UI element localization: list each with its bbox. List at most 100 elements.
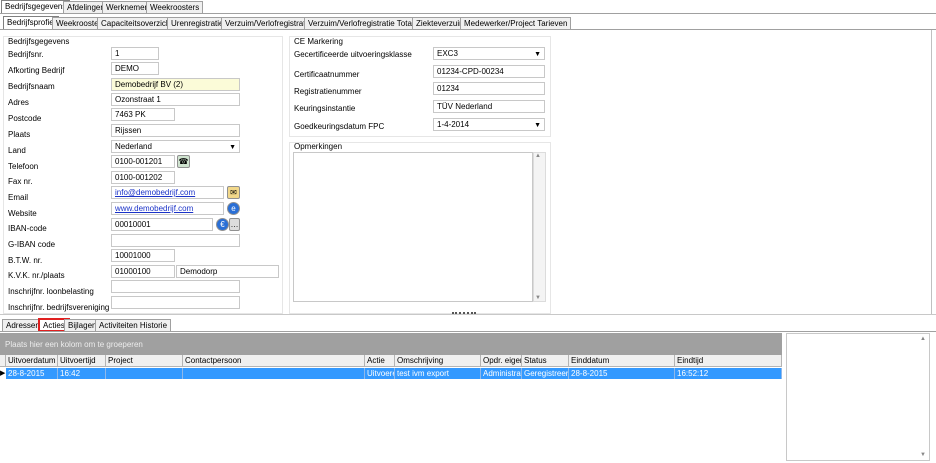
col-omschrijving[interactable]: Omschrijving (395, 355, 481, 367)
cell-eindtijd[interactable]: 16:52:12 (675, 368, 782, 379)
kvk-field[interactable]: 01000100 (111, 265, 175, 278)
btw-field[interactable]: 10001000 (111, 249, 175, 262)
col-uitvoerdatum[interactable]: Uitvoerdatum (6, 355, 58, 367)
email-label: Email (8, 193, 29, 202)
cell-actie[interactable]: Uitvoeren (365, 368, 395, 379)
divider (931, 30, 932, 315)
land-value: Nederland (115, 142, 152, 151)
tab-weekroosters[interactable]: Weekroosters (146, 1, 204, 13)
adres-label: Adres (8, 98, 29, 107)
chevron-down-icon[interactable]: ▼ (534, 49, 541, 59)
main-tab-bar: Bedrijfsgegevens Afdelingen Werknemers W… (0, 0, 936, 14)
giban-label: G-IBAN code (8, 240, 56, 249)
col-contactpersoon[interactable]: Contactpersoon (183, 355, 365, 367)
chevron-down-icon[interactable]: ▼ (534, 120, 541, 130)
chevron-down-icon[interactable]: ▼ (535, 295, 541, 301)
telefoon-label: Telefoon (8, 162, 39, 171)
cell-uitvoertijd[interactable]: 16:42 (58, 368, 106, 379)
afkorting-field[interactable]: DEMO (111, 62, 159, 75)
mail-icon[interactable]: ✉ (227, 186, 240, 199)
group-by-panel[interactable]: Plaats hier een kolom om te groeperen (0, 333, 782, 355)
tab-bedrijfsgegevens[interactable]: Bedrijfsgegevens (1, 0, 71, 14)
bedrijfsvereniging-field[interactable] (111, 296, 240, 309)
cell-project[interactable] (106, 368, 183, 379)
giban-field[interactable] (111, 234, 240, 247)
tab-verzuim-verlofregistratie[interactable]: Verzuim/Verlofregistratie (221, 17, 316, 29)
adres-field[interactable]: Ozonstraat 1 (111, 93, 240, 106)
klasse-label: Gecertificeerde uitvoeringsklasse (294, 50, 412, 59)
postcode-label: Postcode (8, 114, 42, 123)
kvk-label: K.V.K. nr./plaats (8, 271, 65, 280)
land-label: Land (8, 146, 26, 155)
opmerkingen-scrollbar[interactable]: ▲ ▼ (533, 152, 546, 302)
loonbelasting-label: Inschrijfnr. loonbelasting (8, 287, 94, 296)
col-uitvoertijd[interactable]: Uitvoertijd (58, 355, 106, 367)
website-field[interactable]: www.demobedrijf.com (111, 202, 224, 215)
col-actie[interactable]: Actie (365, 355, 395, 367)
tab-activiteiten-historie[interactable]: Activiteiten Historie (95, 319, 172, 331)
cell-omschrijving[interactable]: test ivm export (395, 368, 481, 379)
certificaat-label: Certificaatnummer (294, 70, 360, 79)
chevron-down-icon[interactable]: ▼ (229, 142, 236, 152)
fax-label: Fax nr. (8, 177, 33, 186)
plaats-label: Plaats (8, 130, 31, 139)
divider (0, 13, 936, 14)
company-group-title: Bedrijfsgegevens (8, 37, 70, 46)
iban-label: IBAN-code (8, 224, 47, 233)
divider (0, 29, 936, 30)
ce-group-title: CE Markering (294, 37, 343, 46)
splitter-grip[interactable] (452, 312, 476, 317)
postcode-field[interactable]: 7463 PK (111, 108, 175, 121)
bedrijfsnaam-label: Bedrijfsnaam (8, 82, 55, 91)
loonbelasting-field[interactable] (111, 280, 240, 293)
col-eindtijd[interactable]: Eindtijd (675, 355, 782, 367)
telefoon-field[interactable]: 0100-001201 (111, 155, 175, 168)
tab-medewerker-project-tarieven[interactable]: Medewerker/Project Tarieven (460, 17, 572, 29)
plaats-field[interactable]: Rijssen (111, 124, 240, 137)
registratie-field[interactable]: 01234 (433, 82, 545, 95)
klasse-select[interactable]: EXC3 ▼ (433, 47, 545, 60)
klasse-value: EXC3 (437, 49, 458, 58)
email-field[interactable]: info@demobedrijf.com (111, 186, 224, 199)
keuring-field[interactable]: TÜV Nederland (433, 100, 545, 113)
col-einddatum[interactable]: Einddatum (569, 355, 675, 367)
land-select[interactable]: Nederland ▼ (111, 140, 240, 153)
tab-verzuim-verlofregistratie-totalen[interactable]: Verzuim/Verlofregistratie Totalen (304, 17, 427, 29)
datum-select[interactable]: 1-4-2014 ▼ (433, 118, 545, 131)
col-opdrachtgever[interactable]: Opdr. eiger (481, 355, 522, 367)
cell-einddatum[interactable]: 28-8-2015 (569, 368, 675, 379)
cell-opdrachtgever[interactable]: Administrat (481, 368, 522, 379)
opmerkingen-label: Opmerkingen (294, 142, 343, 151)
tab-bedrijfsprofiel[interactable]: Bedrijfsprofiel (3, 16, 60, 30)
chevron-down-icon[interactable]: ▼ (920, 452, 926, 458)
iban-field[interactable]: 00010001 (111, 218, 213, 231)
chevron-up-icon[interactable]: ▲ (535, 153, 541, 159)
ellipsis-button[interactable]: … (229, 218, 240, 231)
datum-label: Goedkeuringsdatum FPC (294, 122, 385, 131)
chevron-up-icon[interactable]: ▲ (920, 336, 926, 342)
bedrijfsnr-field[interactable]: 1 (111, 47, 159, 60)
website-label: Website (8, 209, 37, 218)
cell-status[interactable]: Geregistreerd (522, 368, 569, 379)
bedrijfsnr-label: Bedrijfsnr. (8, 50, 44, 59)
col-project[interactable]: Project (106, 355, 183, 367)
tab-capaciteitsoverzicht[interactable]: Capaciteitsoverzicht (97, 17, 177, 29)
keuring-label: Keuringsinstantie (294, 104, 356, 113)
phone-icon[interactable]: ☎ (177, 155, 190, 168)
euro-icon[interactable]: € (216, 218, 229, 231)
fax-field[interactable]: 0100-001202 (111, 171, 175, 184)
kvk-plaats-field[interactable]: Demodorp (176, 265, 279, 278)
bedrijfsvereniging-label: Inschrijfnr. bedrijfsvereniging (8, 303, 110, 312)
detail-panel[interactable] (786, 333, 930, 461)
cell-contactpersoon[interactable] (183, 368, 365, 379)
browser-icon[interactable]: e (227, 202, 240, 215)
divider (0, 331, 936, 332)
col-status[interactable]: Status (522, 355, 569, 367)
registratie-label: Registratienummer (294, 87, 362, 96)
bedrijfsnaam-field[interactable]: Demobedrijf BV (2) (111, 78, 240, 91)
tab-urenregistratie[interactable]: Urenregistratie (167, 17, 228, 29)
opmerkingen-textarea[interactable] (293, 152, 533, 302)
afkorting-label: Afkorting Bedrijf (8, 66, 65, 75)
certificaat-field[interactable]: 01234-CPD-00234 (433, 65, 545, 78)
cell-uitvoerdatum[interactable]: 28-8-2015 (6, 368, 58, 379)
